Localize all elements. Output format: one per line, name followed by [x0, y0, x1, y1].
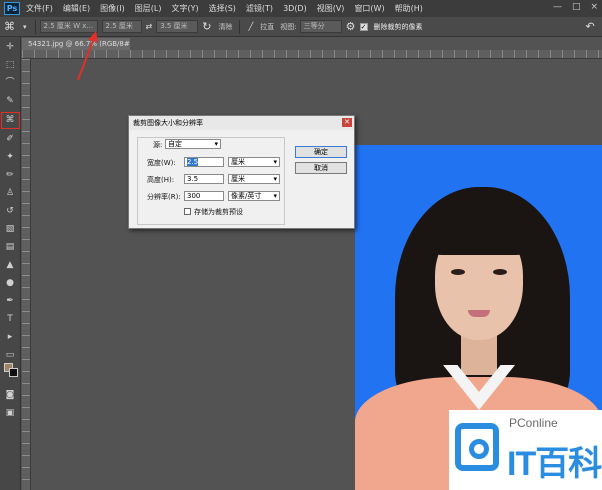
move-tool-icon[interactable]: ✛	[3, 41, 17, 54]
cancel-button[interactable]: 取消	[295, 162, 347, 174]
maximize-button[interactable]: □	[572, 2, 581, 12]
minimize-button[interactable]: —	[553, 2, 562, 12]
annotation-arrow	[77, 31, 98, 81]
clear-button[interactable]: 清除	[218, 22, 232, 32]
gear-icon[interactable]: ⚙	[346, 20, 356, 33]
crop-tool-icon[interactable]: ⌘	[4, 20, 15, 33]
width-input[interactable]: 2.5	[184, 157, 224, 167]
photo-neck	[461, 335, 497, 375]
menu-3d[interactable]: 3D(D)	[283, 4, 307, 13]
reset-icon[interactable]: ↶	[586, 20, 595, 33]
preset-value: 自定	[168, 140, 182, 148]
arrow-shaft	[77, 37, 95, 81]
photoshop-window: Ps 文件(F) 编辑(E) 图像(I) 图层(L) 文字(Y) 选择(S) 滤…	[0, 0, 602, 490]
crop-width-input[interactable]: 2.5 厘米	[101, 20, 142, 33]
photo-mouth	[468, 310, 490, 317]
rotate-icon[interactable]: ↻	[202, 20, 211, 33]
dialog-title: 裁剪图像大小和分辨率	[133, 119, 203, 127]
view-label: 视图:	[280, 22, 297, 31]
watermark-site-name: PConline	[509, 416, 558, 430]
type-tool-icon[interactable]: T	[3, 313, 17, 326]
swap-icon[interactable]: ⇄	[146, 22, 153, 31]
delete-cropped-checkbox[interactable]: ✓	[359, 22, 368, 31]
quick-select-tool-icon[interactable]: ✎	[3, 95, 17, 108]
preset-select[interactable]: 自定	[165, 139, 221, 149]
menu-layer[interactable]: 图层(L)	[135, 3, 162, 14]
height-input[interactable]: 3.5	[184, 174, 224, 184]
chevron-down-icon[interactable]: ▾	[23, 23, 27, 31]
healing-brush-tool-icon[interactable]: ✦	[3, 151, 17, 164]
menu-edit[interactable]: 编辑(E)	[63, 3, 90, 14]
background-color-swatch[interactable]	[9, 368, 18, 377]
watermark-brand: IT百科	[507, 445, 602, 483]
tool-panel: ✛ ⬚ ⌒ ✎ ⌘ ✐ ✦ ✏ ♙ ↺ ▧ ▤ ▲ ● ✒ T ▸ ▭ ✋ ◙ …	[0, 37, 21, 490]
horizontal-ruler[interactable]	[22, 50, 602, 59]
resolution-unit-select[interactable]: 像素/英寸	[228, 191, 280, 201]
gradient-tool-icon[interactable]: ▤	[3, 241, 17, 254]
eraser-tool-icon[interactable]: ▧	[3, 223, 17, 236]
menu-type[interactable]: 文字(Y)	[171, 3, 198, 14]
pen-tool-icon[interactable]: ✒	[3, 295, 17, 308]
dialog-titlebar[interactable]: 裁剪图像大小和分辨率	[129, 116, 354, 130]
photoshop-logo: Ps	[4, 2, 20, 15]
width-value: 2.5	[187, 158, 199, 166]
save-preset-checkbox[interactable]	[184, 208, 191, 215]
lasso-tool-icon[interactable]: ⌒	[3, 77, 17, 90]
pconline-logo-icon	[455, 423, 499, 471]
menu-file[interactable]: 文件(F)	[26, 3, 53, 14]
clone-stamp-tool-icon[interactable]: ♙	[3, 187, 17, 200]
window-controls: — □ ×	[553, 2, 598, 12]
blur-tool-icon[interactable]: ▲	[3, 259, 17, 272]
divider	[239, 19, 241, 34]
resolution-label: 分辨率(R):	[147, 193, 181, 201]
magnifier-icon	[469, 439, 489, 459]
width-unit: 厘米	[231, 158, 245, 166]
menu-bar: Ps 文件(F) 编辑(E) 图像(I) 图层(L) 文字(Y) 选择(S) 滤…	[0, 0, 602, 17]
eyedropper-tool-icon[interactable]: ✐	[3, 133, 17, 146]
arrow-head	[88, 31, 98, 42]
resolution-input[interactable]: 300	[184, 191, 224, 201]
ok-button[interactable]: 确定	[295, 146, 347, 158]
width-label: 宽度(W):	[147, 159, 176, 167]
shape-tool-icon[interactable]: ▭	[3, 349, 17, 362]
delete-cropped-label: 删除裁剪的像素	[373, 22, 423, 31]
pconline-watermark: PConline IT百科	[449, 410, 602, 490]
screen-mode-icon[interactable]: ▣	[3, 407, 17, 420]
close-button[interactable]: ×	[590, 2, 598, 12]
photo-bangs	[427, 207, 531, 255]
straighten-icon[interactable]: ╱	[248, 22, 253, 31]
crop-tool-icon[interactable]: ⌘	[3, 114, 17, 127]
brush-tool-icon[interactable]: ✏	[3, 169, 17, 182]
vertical-ruler[interactable]	[22, 59, 31, 490]
height-label: 高度(H):	[147, 176, 175, 184]
view-select[interactable]: 三等分	[299, 20, 342, 33]
menu-select[interactable]: 选择(S)	[209, 3, 236, 14]
history-brush-tool-icon[interactable]: ↺	[3, 205, 17, 218]
menu-filter[interactable]: 滤镜(T)	[246, 3, 273, 14]
close-icon[interactable]: ✕	[342, 118, 352, 127]
height-unit-select[interactable]: 厘米	[228, 174, 280, 184]
quick-mask-icon[interactable]: ◙	[3, 389, 17, 402]
resolution-value: 300	[187, 192, 201, 200]
menu-help[interactable]: 帮助(H)	[395, 3, 423, 14]
photo-left-eye	[451, 269, 465, 275]
save-preset-label: 存储为裁剪预设	[194, 208, 243, 216]
height-unit: 厘米	[231, 175, 245, 183]
divider	[34, 19, 36, 34]
marquee-tool-icon[interactable]: ⬚	[3, 59, 17, 72]
preset-label: 源:	[153, 141, 163, 149]
crop-height-input[interactable]: 3.5 厘米	[156, 20, 199, 33]
photo-right-eye	[493, 269, 507, 275]
menu-window[interactable]: 窗口(W)	[354, 3, 384, 14]
crop-size-dialog: 裁剪图像大小和分辨率 ✕ 源: 自定 宽度(W): 2.5 厘米 高度(H): …	[128, 115, 355, 229]
width-unit-select[interactable]: 厘米	[228, 157, 280, 167]
menu-view[interactable]: 视图(V)	[317, 3, 345, 14]
dodge-tool-icon[interactable]: ●	[3, 277, 17, 290]
resolution-unit: 像素/英寸	[231, 192, 262, 200]
path-select-tool-icon[interactable]: ▸	[3, 331, 17, 344]
straighten-button[interactable]: 拉直	[260, 22, 274, 32]
height-value: 3.5	[187, 175, 199, 183]
menu-image[interactable]: 图像(I)	[100, 3, 125, 14]
